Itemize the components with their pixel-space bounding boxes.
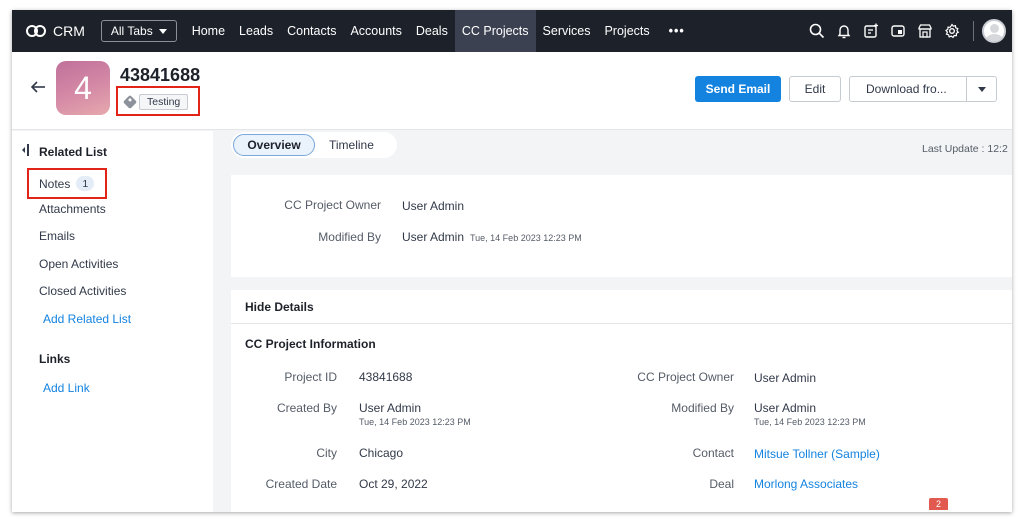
field-value: User Admin: [359, 401, 422, 415]
marketplace-icon[interactable]: [914, 20, 936, 42]
modified-timestamp: Tue, 14 Feb 2023 12:23 PM: [754, 417, 866, 427]
tag-label: Testing: [139, 94, 189, 110]
tab-overview[interactable]: Overview: [233, 134, 315, 156]
all-tabs-label: All Tabs: [110, 24, 153, 38]
tab-deals[interactable]: Deals: [409, 10, 455, 52]
field-label: Contact: [692, 446, 734, 460]
tab-accounts[interactable]: Accounts: [343, 10, 408, 52]
tab-projects[interactable]: Projects: [597, 10, 656, 52]
field-label: Modified By: [318, 230, 381, 244]
module-tabs: Home Leads Contacts Accounts Deals CC Pr…: [185, 10, 692, 52]
field-label: CC Project Owner: [284, 198, 381, 212]
sidebar-item-closed-activities[interactable]: Closed Activities: [39, 284, 126, 298]
search-icon[interactable]: [806, 20, 828, 42]
links-heading: Links: [39, 352, 71, 366]
section-title: CC Project Information: [245, 337, 376, 351]
field-label: City: [316, 446, 337, 460]
gear-icon[interactable]: [941, 20, 963, 42]
field-value[interactable]: Oct 29, 2022: [359, 477, 428, 491]
all-tabs-dropdown[interactable]: All Tabs: [100, 20, 177, 42]
download-button[interactable]: Download fro...: [850, 82, 966, 96]
field-value[interactable]: Chicago: [359, 446, 403, 460]
calendar-add-icon[interactable]: [860, 20, 882, 42]
tab-services[interactable]: Services: [536, 10, 598, 52]
chevron-down-icon: [977, 86, 986, 92]
collapse-sidebar-icon[interactable]: [22, 144, 29, 156]
sidebar-item-notes[interactable]: Notes 1: [39, 176, 95, 191]
user-avatar[interactable]: [982, 19, 1006, 43]
tab-home[interactable]: Home: [185, 10, 232, 52]
more-tabs-button[interactable]: •••: [657, 10, 692, 52]
field-label: Project ID: [284, 370, 337, 384]
tag-icon: [122, 94, 138, 110]
field-label: Modified By: [671, 401, 734, 415]
window-icon[interactable]: [887, 20, 909, 42]
add-related-list-link[interactable]: Add Related List: [43, 312, 131, 326]
add-link[interactable]: Add Link: [43, 381, 90, 395]
bell-icon[interactable]: [833, 20, 855, 42]
tab-leads[interactable]: Leads: [232, 10, 280, 52]
field-label: Deal: [709, 477, 734, 491]
details-card: Hide Details CC Project Information Proj…: [231, 290, 1012, 512]
edit-button[interactable]: Edit: [789, 76, 841, 102]
field-value: User Admin: [402, 230, 465, 244]
record-view-tabs: Overview Timeline: [231, 132, 397, 158]
download-split-button: Download fro...: [849, 76, 997, 102]
field-label: Created Date: [265, 477, 337, 491]
last-update-text: Last Update : 12:2: [922, 143, 1008, 155]
send-email-button[interactable]: Send Email: [695, 76, 781, 102]
notes-count-badge: 1: [76, 176, 95, 191]
sidebar-item-emails[interactable]: Emails: [39, 229, 75, 243]
tag-highlight-box: Testing: [116, 86, 200, 116]
crm-logo[interactable]: CRM: [26, 23, 85, 39]
record-tag[interactable]: Testing: [122, 94, 189, 110]
field-label: Created By: [276, 401, 337, 415]
record-title: 43841688: [120, 65, 201, 85]
top-navigation-bar: CRM All Tabs Home Leads Contacts Account…: [12, 10, 1012, 52]
details-card-header: Hide Details: [231, 290, 1012, 324]
related-list-sidebar: Related List Notes 1 Attachments Emails …: [12, 131, 213, 512]
crm-window: CRM All Tabs Home Leads Contacts Account…: [12, 10, 1012, 512]
field-label: CC Project Owner: [637, 370, 734, 384]
tab-cc-projects[interactable]: CC Projects: [454, 10, 536, 52]
brand-label: CRM: [53, 23, 85, 39]
crm-logo-icon: [26, 24, 48, 38]
modified-timestamp: Tue, 14 Feb 2023 12:23 PM: [470, 233, 582, 243]
field-value: User Admin: [754, 401, 817, 415]
nav-divider: [973, 21, 974, 41]
hide-details-toggle[interactable]: Hide Details: [245, 300, 314, 314]
summary-card: CC Project Owner User Admin Modified By …: [231, 175, 1012, 277]
record-avatar: 4: [56, 61, 110, 115]
notification-badge[interactable]: 2: [929, 498, 948, 510]
contact-link[interactable]: Mitsue Tollner (Sample): [754, 447, 880, 461]
tab-timeline[interactable]: Timeline: [315, 134, 374, 156]
tab-contacts[interactable]: Contacts: [280, 10, 343, 52]
chevron-down-icon: [158, 28, 167, 34]
sidebar-item-open-activities[interactable]: Open Activities: [39, 257, 118, 271]
sidebar-item-attachments[interactable]: Attachments: [39, 202, 106, 216]
back-arrow-icon[interactable]: [30, 77, 46, 100]
record-header: 4 43841688 Testing Send Email Edit Downl…: [12, 52, 1012, 130]
field-value[interactable]: 43841688: [359, 370, 412, 384]
field-value[interactable]: User Admin: [402, 199, 464, 213]
created-timestamp: Tue, 14 Feb 2023 12:23 PM: [359, 417, 471, 427]
download-dropdown-toggle[interactable]: [966, 77, 996, 101]
deal-link[interactable]: Morlong Associates: [754, 477, 858, 491]
field-value[interactable]: User Admin: [754, 371, 816, 385]
top-nav-icons: [801, 10, 1006, 52]
related-list-heading: Related List: [39, 145, 108, 159]
notes-highlight-box: Notes 1: [27, 168, 107, 199]
notes-label: Notes: [39, 176, 71, 191]
